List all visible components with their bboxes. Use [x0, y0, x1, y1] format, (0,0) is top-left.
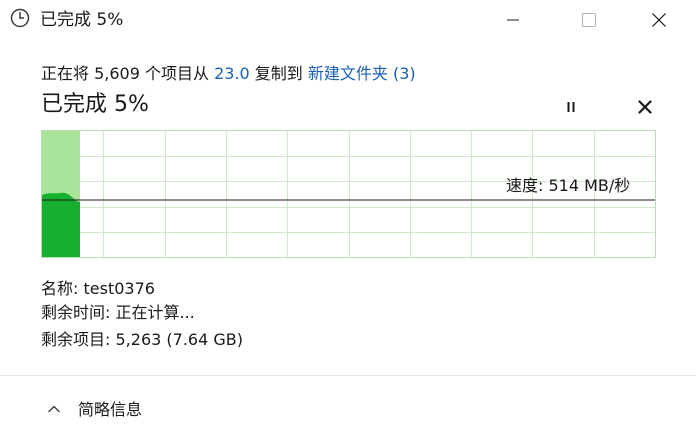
file-name-value: test0376: [83, 279, 155, 298]
source-link[interactable]: 23.0: [214, 64, 250, 83]
close-icon: [652, 13, 666, 27]
status-prefix: 正在将 5,609 个项目从: [41, 64, 215, 83]
clock-icon: [10, 8, 30, 28]
items-remaining-row: 剩余项目: 5,263 (7.64 GB): [41, 328, 243, 352]
status-middle: 复制到: [249, 64, 308, 83]
maximize-icon: [582, 13, 596, 27]
pause-button[interactable]: [560, 96, 582, 118]
window-title: 已完成 5%: [40, 10, 124, 30]
minimize-icon: [507, 19, 519, 21]
items-remaining-value: 5,263 (7.64 GB): [115, 330, 243, 349]
destination-link[interactable]: 新建文件夹 (3): [308, 64, 416, 83]
minimize-button[interactable]: [476, 0, 550, 40]
close-button[interactable]: [622, 0, 696, 40]
file-name-label: 名称:: [41, 279, 79, 298]
speed-fill: [42, 192, 80, 257]
time-remaining-label: 剩余时间:: [41, 303, 111, 322]
file-name-row: 名称: test0376: [41, 277, 155, 301]
cancel-icon: [638, 100, 652, 114]
footer-divider: [0, 375, 696, 376]
progress-title: 已完成 5%: [41, 92, 149, 117]
speed-label: 速度: 514 MB/秒: [506, 176, 631, 195]
cancel-button[interactable]: [634, 96, 656, 118]
time-remaining-value: 正在计算...: [115, 303, 195, 322]
fewer-details-toggle[interactable]: 简略信息: [78, 398, 142, 422]
items-remaining-label: 剩余项目:: [41, 330, 111, 349]
time-remaining-row: 剩余时间: 正在计算...: [41, 301, 195, 325]
copy-status-text: 正在将 5,609 个项目从 23.0 复制到 新建文件夹 (3): [41, 62, 416, 86]
title-bar: 已完成 5%: [0, 0, 696, 40]
maximize-button[interactable]: [552, 0, 626, 40]
pause-icon: [567, 102, 575, 112]
chevron-up-icon[interactable]: [46, 401, 62, 417]
